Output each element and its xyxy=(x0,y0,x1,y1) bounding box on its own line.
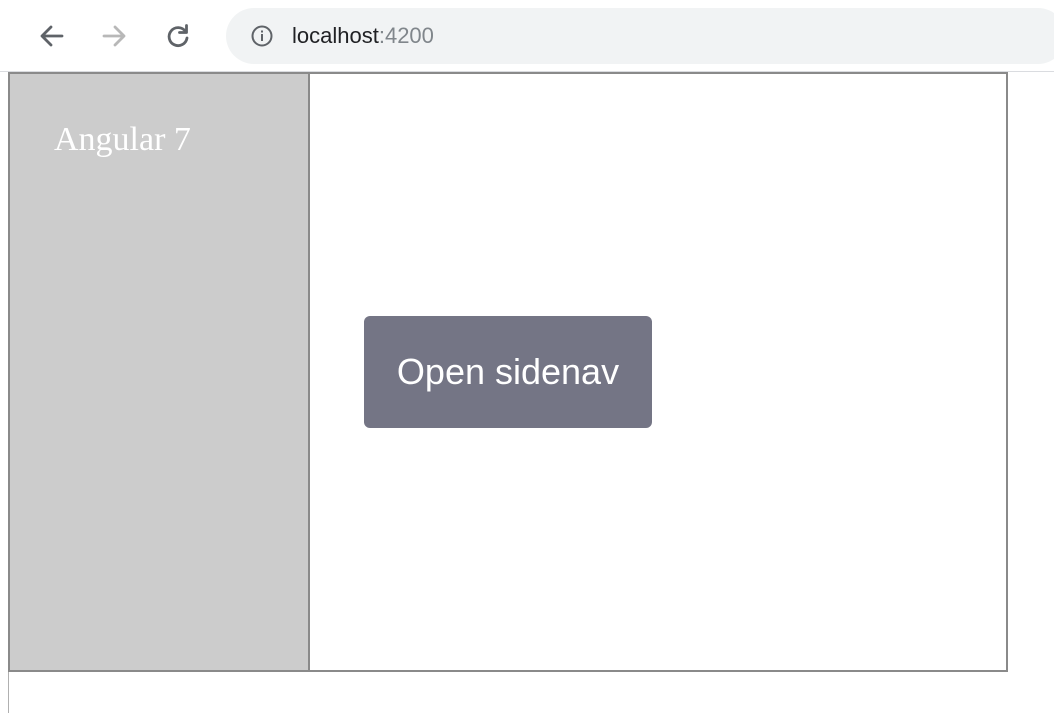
url-host: localhost xyxy=(292,23,379,48)
arrow-left-icon xyxy=(40,25,64,47)
back-button[interactable] xyxy=(34,18,70,54)
info-icon[interactable] xyxy=(250,24,274,48)
url-port: :4200 xyxy=(378,23,434,48)
reload-icon xyxy=(167,24,189,48)
arrow-right-icon xyxy=(102,25,126,47)
page-edge-divider xyxy=(8,672,9,713)
reload-button[interactable] xyxy=(160,18,196,54)
browser-toolbar: localhost:4200 xyxy=(0,0,1054,72)
app-container: Angular 7 Open sidenav xyxy=(8,72,1008,672)
url-text[interactable]: localhost:4200 xyxy=(292,22,434,50)
sidenav: Angular 7 xyxy=(10,74,310,670)
open-sidenav-button[interactable]: Open sidenav xyxy=(364,316,652,428)
sidenav-title: Angular 7 xyxy=(54,121,191,158)
address-bar[interactable]: localhost:4200 xyxy=(226,8,1054,64)
forward-button[interactable] xyxy=(96,18,132,54)
